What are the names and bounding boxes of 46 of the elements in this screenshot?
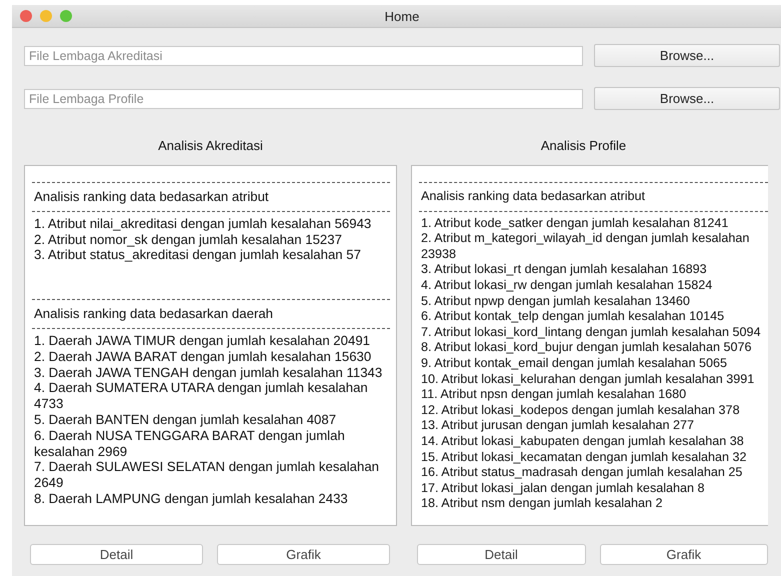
minimize-icon[interactable] — [40, 10, 52, 22]
ranking-line: 14. Atribut lokasi_kabupaten dengan jumlah kesalahan 38 — [421, 434, 745, 450]
panel-button[interactable]: Grafik — [217, 544, 390, 565]
panel-title: Analisis Akreditasi — [158, 138, 263, 153]
ranking-line: 7. Daerah SULAWESI SELATAN dengan jumlah kesalahan 2649 — [34, 459, 380, 491]
file-path-field[interactable]: File Lembaga Akreditasi — [24, 46, 583, 66]
panel-button[interactable]: Grafik — [600, 544, 768, 565]
close-icon[interactable] — [20, 10, 32, 22]
ranking-line: 9. Atribut kontak_email dengan jumlah kesalahan 5065 — [421, 356, 728, 372]
maximize-icon[interactable] — [60, 10, 72, 22]
section-heading: Analisis ranking data bedasarkan atribut — [34, 189, 270, 205]
ranking-line: 1. Atribut kode_satker dengan jumlah kesalahan 81241 — [421, 216, 730, 232]
ranking-line: 4. Daerah SUMATERA UTARA dengan jumlah kesalahan 4733 — [34, 380, 369, 412]
panel-button[interactable]: Detail — [30, 544, 203, 565]
ranking-line: 10. Atribut lokasi_kelurahan dengan jumlah kesalahan 3991 — [421, 372, 756, 388]
ranking-line: 3. Daerah JAWA TENGAH dengan jumlah kesalahan 11343 — [34, 364, 384, 380]
ranking-line: 2. Daerah JAWA BARAT dengan jumlah kesalahan 15630 — [34, 348, 372, 365]
ranking-line: 16. Atribut status_madrasah dengan jumlah kesalahan 25 — [421, 465, 744, 481]
ranking-line: 1. Atribut nilai_akreditasi dengan jumlah kesalahan 56943 — [34, 216, 372, 232]
file-path-field[interactable]: File Lembaga Profile — [24, 88, 583, 108]
browse-button[interactable]: Browse... — [594, 87, 780, 110]
browse-button[interactable]: Browse... — [594, 44, 780, 67]
section-heading: Analisis ranking data bedasarkan daerah — [34, 306, 274, 322]
ranking-line: 8. Daerah LAMPUNG dengan jumlah kesalahan 2433 — [34, 490, 349, 507]
ranking-line: 4. Atribut lokasi_rw dengan jumlah kesalahan 15824 — [421, 278, 714, 294]
section-heading: Analisis ranking data bedasarkan atribut — [421, 189, 646, 205]
ranking-line: 1. Daerah JAWA TIMUR dengan jumlah kesalahan 20491 — [34, 332, 371, 349]
ranking-line: 3. Atribut lokasi_rt dengan jumlah kesalahan 16893 — [421, 262, 708, 278]
ranking-line: 8. Atribut lokasi_kord_bujur dengan jumlah kesalahan 5076 — [421, 340, 752, 356]
ranking-line: 6. Daerah NUSA TENGGARA BARAT dengan jumlah kesalahan 2969 — [34, 428, 346, 460]
ranking-line: 3. Atribut status_akreditasi dengan jumlah kesalahan 57 — [34, 247, 362, 264]
ranking-line: 5. Daerah BANTEN dengan jumlah kesalahan 4087 — [34, 412, 338, 428]
ranking-line: 2. Atribut m_kategori_wilayah_id dengan jumlah kesalahan 23938 — [421, 231, 750, 262]
ranking-line: 15. Atribut lokasi_kecamatan dengan jumlah kesalahan 32 — [421, 450, 748, 466]
ranking-line: 12. Atribut lokasi_kodepos dengan jumlah kesalahan 378 — [421, 402, 741, 418]
ranking-line: 11. Atribut npsn dengan jumlah kesalahan 1680 — [421, 387, 688, 403]
ranking-line: 13. Atribut jurusan dengan jumlah kesalahan 277 — [421, 418, 696, 434]
panel-title: Analisis Profile — [540, 138, 626, 153]
ranking-line: 5. Atribut npwp dengan jumlah kesalahan 13460 — [421, 294, 691, 310]
panel-button[interactable]: Detail — [417, 544, 586, 565]
ranking-line: 17. Atribut lokasi_jalan dengan jumlah kesalahan 8 — [421, 480, 706, 496]
ranking-line: 2. Atribut nomor_sk dengan jumlah kesalahan 15237 — [34, 232, 343, 248]
window-title: Home — [384, 8, 420, 24]
ranking-line: 6. Atribut kontak_telp dengan jumlah kesalahan 10145 — [421, 309, 726, 325]
ranking-line: 7. Atribut lokasi_kord_lintang dengan jumlah kesalahan 5094 — [421, 324, 762, 340]
ranking-line: 18. Atribut nsm dengan jumlah kesalahan 2 — [421, 496, 664, 512]
